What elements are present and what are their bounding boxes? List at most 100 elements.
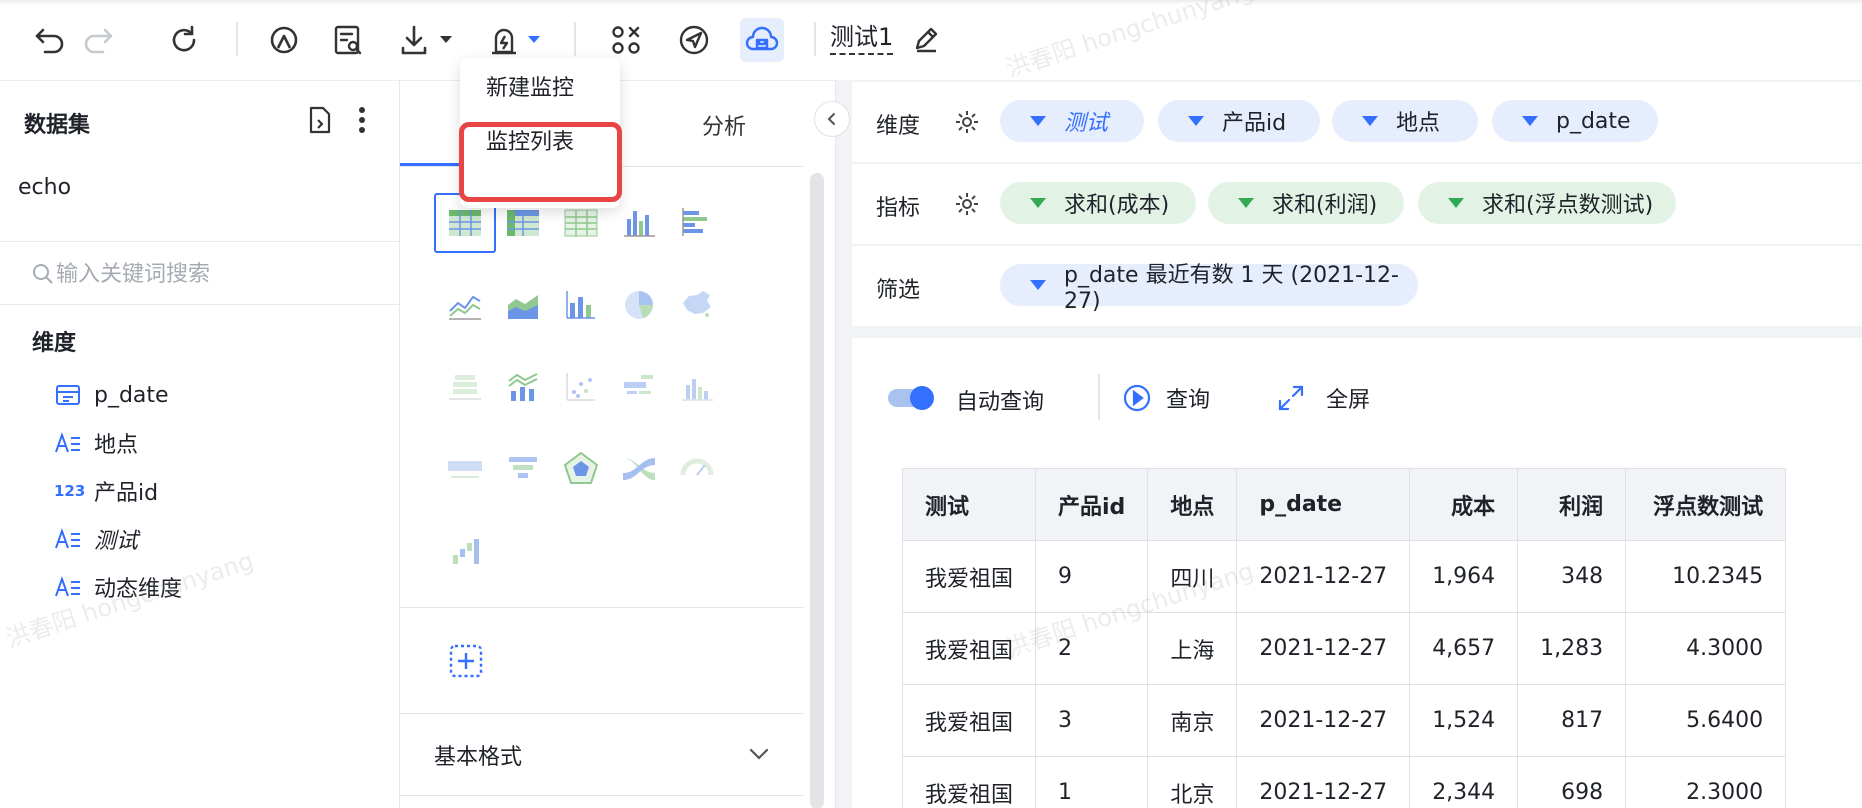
chart-type-histogram[interactable]	[666, 357, 728, 417]
chart-type-horizontal-bar[interactable]	[666, 193, 728, 253]
tab-analysis[interactable]: 分析	[702, 109, 746, 141]
metric-pill[interactable]: 求和(利润)	[1208, 182, 1404, 224]
expand-icon	[1278, 385, 1304, 411]
table-cell: 我爱祖国	[901, 540, 1037, 613]
table-cell: 2021-12-27	[1236, 756, 1411, 808]
chart-type-waterfall[interactable]	[434, 521, 496, 581]
dataset-file-icon[interactable]	[306, 105, 334, 135]
table-header[interactable]: 成本	[1409, 468, 1519, 541]
toolbar: 测试1	[0, 0, 1862, 80]
chart-type-word-cloud[interactable]	[608, 357, 670, 417]
gear-icon[interactable]	[954, 191, 980, 217]
dimension-pill[interactable]: p_date	[1492, 100, 1658, 142]
table-cell: 四川	[1147, 540, 1238, 613]
table-cell: 我爱祖国	[901, 612, 1037, 685]
dimension-pill[interactable]: 产品id	[1158, 100, 1320, 142]
chevron-down-icon[interactable]	[440, 36, 452, 43]
table-header[interactable]: 浮点数测试	[1625, 468, 1787, 541]
metric-row: 指标 求和(成本) 求和(利润) 求和(浮点数测试)	[852, 164, 1862, 244]
field-label: 地点	[94, 433, 139, 458]
chevron-down-icon[interactable]	[528, 36, 540, 43]
auto-query-toggle[interactable]	[888, 384, 936, 412]
dimension-pill[interactable]: 地点	[1332, 100, 1478, 142]
alert-icon[interactable]	[482, 18, 526, 62]
basic-format-section[interactable]: 基本格式	[434, 739, 522, 771]
dimension-section-title: 维度	[32, 331, 77, 356]
report-title[interactable]: 测试1	[830, 22, 894, 55]
scrollbar[interactable]	[810, 173, 824, 808]
fullscreen-button[interactable]: 全屏	[1276, 378, 1370, 418]
chart-type-scatter[interactable]	[550, 357, 612, 417]
table-cell: 4.3000	[1625, 612, 1787, 685]
field-item[interactable]: 123 产品id	[54, 473, 158, 509]
cloud-save-icon[interactable]	[740, 18, 784, 62]
chart-type-funnel[interactable]	[492, 439, 554, 499]
table-header[interactable]: 产品id	[1035, 468, 1149, 541]
filter-label: 筛选	[876, 278, 921, 303]
preview-icon[interactable]	[262, 18, 306, 62]
query-button[interactable]: 查询	[1122, 378, 1210, 418]
table-header[interactable]: 利润	[1517, 468, 1627, 541]
text-field-icon	[55, 431, 80, 453]
chart-type-combo[interactable]	[550, 275, 612, 335]
number-field-icon: 123	[54, 482, 86, 500]
table-header[interactable]: p_date	[1236, 468, 1411, 541]
filter-row: 筛选 p_date 最近有数 1 天 (2021-12-27)	[852, 246, 1862, 326]
chart-type-map[interactable]	[666, 275, 728, 335]
redo-icon[interactable]	[76, 18, 120, 62]
download-icon[interactable]	[394, 18, 438, 62]
table-row[interactable]: 我爱祖国 2 上海 2021-12-27 4,657 1,283 4.3000	[901, 612, 1787, 685]
dataset-name[interactable]: echo	[18, 175, 71, 200]
gear-icon[interactable]	[954, 109, 980, 135]
result-table: 测试 产品id 地点 p_date 成本 利润 浮点数测试 我爱祖国 9 四川 202…	[901, 468, 1787, 808]
table-header[interactable]: 测试	[901, 468, 1037, 541]
table-cell: 10.2345	[1625, 540, 1787, 613]
table-cell: 2021-12-27	[1236, 684, 1411, 757]
field-label: p_date	[94, 382, 169, 408]
chart-type-area[interactable]	[492, 275, 554, 335]
components-icon[interactable]	[604, 18, 648, 62]
search-input[interactable]	[56, 254, 386, 294]
table-cell: 我爱祖国	[901, 684, 1037, 757]
publish-icon[interactable]	[672, 18, 716, 62]
collapse-panel-button[interactable]	[814, 101, 850, 137]
field-item[interactable]: 动态维度	[54, 569, 182, 605]
table-cell: 2021-12-27	[1236, 540, 1411, 613]
chart-type-indicator-card[interactable]	[434, 439, 496, 499]
chart-type-stacked[interactable]	[434, 357, 496, 417]
refresh-icon[interactable]	[162, 18, 206, 62]
filter-pill[interactable]: p_date 最近有数 1 天 (2021-12-27)	[1000, 263, 1418, 314]
table-row[interactable]: 我爱祖国 3 南京 2021-12-27 1,524 817 5.6400	[901, 684, 1787, 757]
chart-type-line-bar[interactable]	[492, 357, 554, 417]
chart-type-sankey[interactable]	[608, 439, 670, 499]
chart-type-radar[interactable]	[550, 439, 612, 499]
metric-pill[interactable]: 求和(成本)	[1000, 182, 1196, 224]
play-icon	[1123, 384, 1151, 412]
dataset-panel: 数据集 echo 维度 p_date 地点 123 产品id 测试	[0, 80, 400, 808]
report-icon[interactable]	[326, 18, 370, 62]
dimension-pill[interactable]: 测试	[1000, 100, 1144, 142]
table-row[interactable]: 我爱祖国 1 北京 2021-12-27 2,344 698 2.3000	[901, 756, 1787, 808]
dataset-title: 数据集	[24, 113, 91, 138]
field-item[interactable]: 测试	[54, 521, 138, 557]
chart-type-pie[interactable]	[608, 275, 670, 335]
add-chart-icon[interactable]	[444, 639, 488, 683]
field-item[interactable]: 地点	[54, 425, 138, 461]
field-item[interactable]: p_date	[54, 377, 169, 413]
metric-label: 指标	[876, 196, 921, 221]
more-vertical-icon[interactable]	[354, 105, 370, 135]
table-cell: 817	[1517, 684, 1627, 757]
chart-type-gauge[interactable]	[666, 439, 728, 499]
chart-type-line[interactable]	[434, 275, 496, 335]
app-root: 测试1 数据集 echo 维度 p_date 地点 123 产品id	[0, 0, 1862, 808]
table-header[interactable]: 地点	[1147, 468, 1238, 541]
metric-pill[interactable]: 求和(浮点数测试)	[1418, 182, 1676, 224]
edit-icon[interactable]	[910, 22, 942, 56]
table-cell: 348	[1517, 540, 1627, 613]
dimension-row: 维度 测试 产品id 地点 p_date	[852, 82, 1862, 162]
undo-icon[interactable]	[28, 18, 72, 62]
highlight-box	[459, 122, 622, 202]
chevron-down-icon[interactable]	[746, 741, 772, 767]
table-row[interactable]: 我爱祖国 9 四川 2021-12-27 1,964 348 10.2345	[901, 540, 1787, 613]
menu-item-new-monitor[interactable]: 新建监控	[486, 70, 574, 102]
